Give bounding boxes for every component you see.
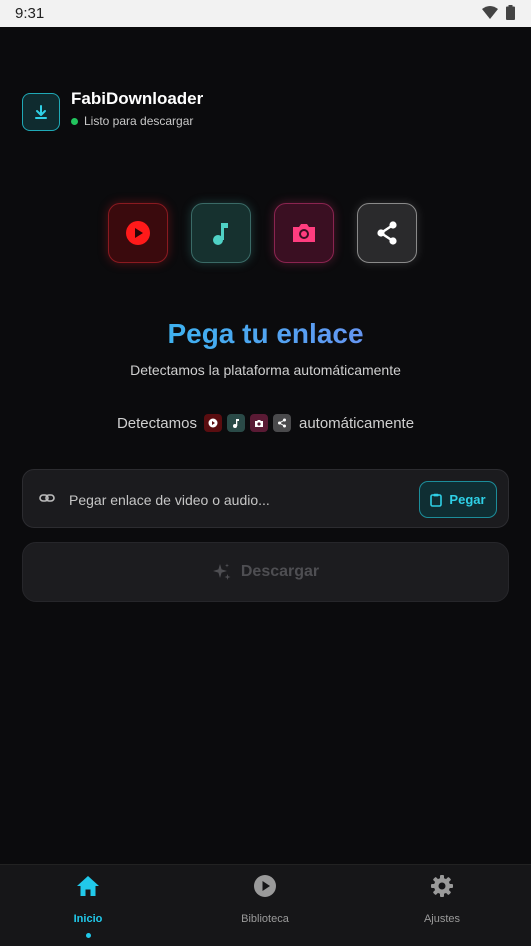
platform-share[interactable]: [357, 203, 417, 263]
mini-music-icon: [226, 414, 245, 432]
status-dot: [71, 117, 78, 125]
status-time: 9:31: [15, 5, 45, 22]
mini-share-icon: [272, 414, 291, 432]
hero-title: Pega tu enlace: [0, 318, 531, 350]
app-status-text: Listo para descargar: [84, 114, 194, 128]
music-note-icon: [213, 223, 228, 245]
platform-youtube[interactable]: [108, 203, 168, 263]
nav-item-ajustes[interactable]: Ajustes: [382, 873, 502, 925]
paste-button-label: Pegar: [449, 492, 486, 507]
nav-item-biblioteca[interactable]: Biblioteca: [205, 873, 325, 925]
download-button[interactable]: Descargar: [22, 542, 509, 602]
active-indicator-dot: [86, 933, 91, 938]
wifi-icon: [482, 6, 498, 19]
status-bar: 9:31: [0, 0, 531, 27]
nav-label-inicio: Inicio: [73, 913, 103, 925]
mini-youtube-icon: [203, 414, 222, 432]
nav-label-biblioteca: Biblioteca: [241, 913, 289, 925]
nav-label-ajustes: Ajustes: [423, 913, 461, 925]
sparkle-icon: [212, 563, 231, 580]
nav-item-inicio[interactable]: Inicio: [28, 873, 148, 925]
clipboard-icon: [430, 493, 443, 507]
url-input[interactable]: [67, 487, 391, 513]
download-icon: [35, 105, 47, 119]
detect-row: Detectamos automáticamente: [0, 414, 531, 432]
detect-tail-text: automáticamente: [298, 414, 415, 432]
platform-music[interactable]: [191, 203, 251, 263]
platform-instagram[interactable]: [274, 203, 334, 263]
app-logo: [22, 93, 60, 131]
mini-camera-icon: [249, 414, 268, 432]
share-icon: [377, 221, 397, 245]
bottom-nav: Inicio Biblioteca Ajustes: [0, 864, 531, 946]
url-input-box: Pegar: [22, 469, 509, 528]
paste-button[interactable]: Pegar: [419, 481, 497, 518]
link-icon: [39, 494, 55, 502]
camera-icon: [293, 224, 315, 242]
download-button-label: Descargar: [240, 563, 320, 580]
detect-lead-text: Detectamos: [116, 414, 197, 432]
app-title: FabiDownloader: [71, 89, 204, 108]
status-icons: [482, 5, 515, 20]
play-circle-icon: [254, 875, 276, 897]
home-icon: [77, 876, 99, 896]
play-circle-icon: [126, 221, 150, 245]
platform-tiles: [108, 203, 417, 263]
app-status: Listo para descargar: [71, 114, 193, 128]
gear-icon: [431, 875, 453, 897]
hero-subtitle: Detectamos la plataforma automáticamente: [130, 362, 401, 378]
battery-icon: [506, 5, 515, 20]
